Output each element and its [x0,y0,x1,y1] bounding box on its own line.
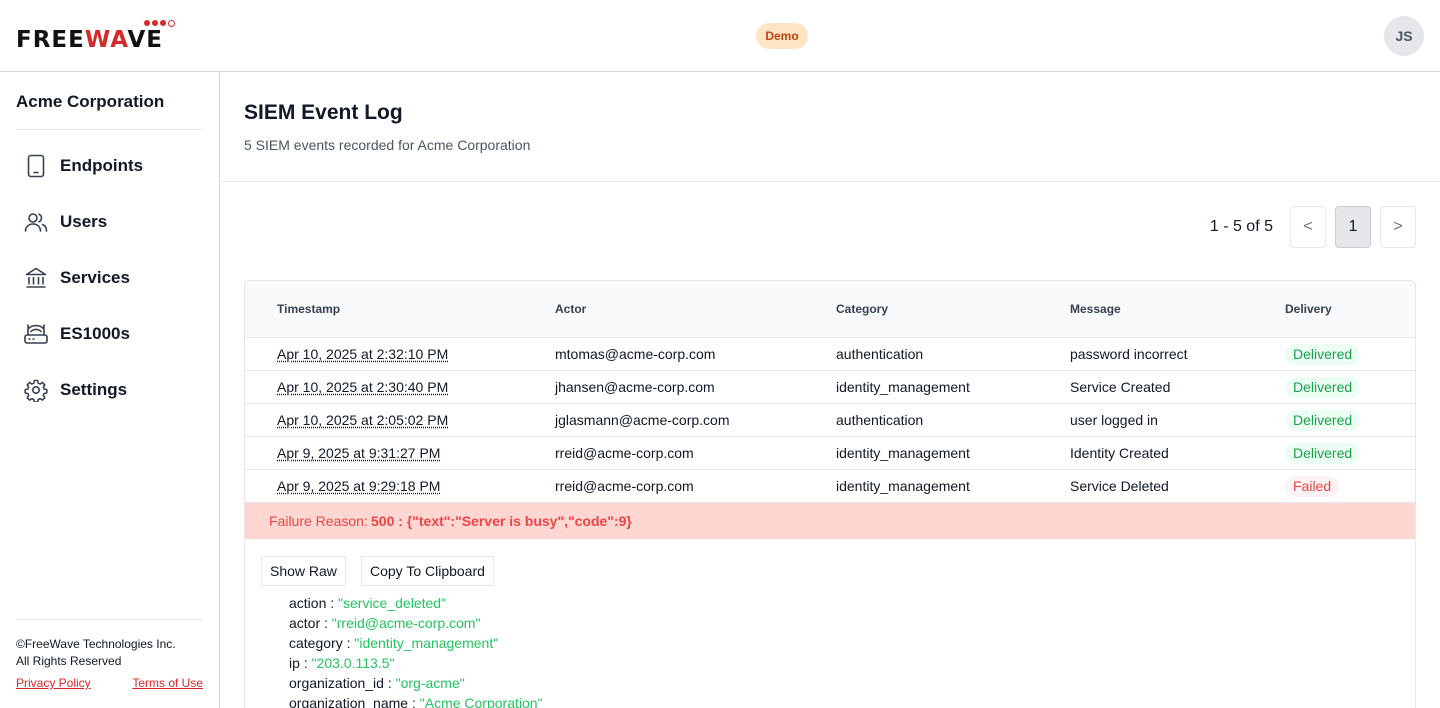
event-field: category : "identity_management" [289,635,499,651]
sidebar-item-label: Endpoints [60,156,144,175]
field-key: actor [289,615,321,631]
table-row-expanded[interactable]: Apr 9, 2025 at 9:29:18 PM rreid@acme-cor… [245,470,1415,503]
sidebar-item-users[interactable]: Users [22,204,107,240]
users-icon [22,208,50,236]
privacy-policy-link[interactable]: Privacy Policy [16,676,91,690]
footer-links: Privacy Policy Terms of Use [16,676,203,690]
event-field: organization_id : "org-acme" [289,675,465,691]
show-raw-button[interactable]: Show Raw [261,556,346,586]
main-content: SIEM Event Log 5 SIEM events recorded fo… [221,73,1440,708]
logo-dots-icon [144,20,175,27]
field-value: "Acme Corporation" [419,695,543,708]
field-value: "service_deleted" [338,595,447,611]
field-key: category [289,635,343,651]
environment-badge: Demo [756,23,808,49]
category-cell: identity_management [836,478,970,494]
delivery-status-badge: Delivered [1285,377,1361,398]
sidebar-item-services[interactable]: Services [22,260,130,296]
bank-icon [22,264,50,292]
event-field: action : "service_deleted" [289,595,447,611]
field-key: organization_id [289,675,384,691]
category-cell: authentication [836,412,924,428]
page-title: SIEM Event Log [244,101,403,124]
event-field: organization_name : "Acme Corporation" [289,695,543,708]
table-header: Timestamp Actor Category Message Deliver… [245,281,1415,338]
pagination-range: 1 - 5 of 5 [1209,218,1273,235]
category-cell: identity_management [836,379,970,395]
previous-page-button[interactable]: < [1290,206,1326,248]
timestamp-cell: Apr 9, 2025 at 9:29:18 PM [277,478,441,494]
actor-cell: jglasmann@acme-corp.com [555,412,730,428]
column-header-message[interactable]: Message [1070,302,1121,316]
copy-to-clipboard-button[interactable]: Copy To Clipboard [361,556,494,586]
failure-reason-banner: Failure Reason: 500 : {"text":"Server is… [245,503,1415,539]
event-field: actor : "rreid@acme-corp.com" [289,615,481,631]
timestamp-cell: Apr 10, 2025 at 2:32:10 PM [277,346,449,362]
sidebar-item-settings[interactable]: Settings [22,372,127,408]
field-value: "203.0.113.5" [311,655,395,671]
timestamp-cell: Apr 10, 2025 at 2:05:02 PM [277,412,449,428]
tablet-icon [22,152,50,180]
sidebar-item-label: Users [60,212,108,231]
message-cell: Service Created [1070,379,1171,395]
column-header-category[interactable]: Category [836,302,888,316]
router-icon [22,320,50,348]
event-field: ip : "203.0.113.5" [289,655,395,671]
actor-cell: jhansen@acme-corp.com [555,379,715,395]
category-cell: authentication [836,346,924,362]
sidebar-item-es1000s[interactable]: ES1000s [22,316,130,352]
terms-of-use-link[interactable]: Terms of Use [132,676,203,690]
field-key: action [289,595,327,611]
actor-cell: rreid@acme-corp.com [555,478,694,494]
column-header-delivery[interactable]: Delivery [1285,302,1332,316]
top-header: FREEWAVE Demo JS [0,0,1440,72]
sidebar-item-label: Services [60,268,130,287]
delivery-status-badge: Failed [1285,476,1340,497]
header-divider [221,181,1440,182]
failure-reason-value: 500 : {"text":"Server is busy","code":9} [371,513,632,529]
actor-cell: rreid@acme-corp.com [555,445,694,461]
page-subtitle: 5 SIEM events recorded for Acme Corporat… [244,137,531,153]
copyright-line: All Rights Reserved [16,654,122,668]
field-value: "identity_management" [354,635,499,651]
field-key: ip [289,655,300,671]
logo-wordmark: FREEWAVE [16,27,163,53]
message-cell: Service Deleted [1070,478,1169,494]
delivery-status-badge: Delivered [1285,410,1361,431]
sidebar-item-endpoints[interactable]: Endpoints [22,148,143,184]
field-key: organization_name [289,695,409,708]
pagination: 1 - 5 of 5 < 1 > [1210,206,1416,248]
user-avatar[interactable]: JS [1384,16,1424,56]
organization-name: Acme Corporation [16,92,165,111]
timestamp-cell: Apr 10, 2025 at 2:30:40 PM [277,379,449,395]
category-cell: identity_management [836,445,970,461]
event-log-table: Timestamp Actor Category Message Deliver… [244,280,1416,708]
message-cell: user logged in [1070,412,1158,428]
failure-reason-label: Failure Reason: [269,513,368,529]
field-value: "rreid@acme-corp.com" [331,615,481,631]
field-value: "org-acme" [395,675,465,691]
sidebar-divider [16,129,203,130]
table-row[interactable]: Apr 9, 2025 at 9:31:27 PM rreid@acme-cor… [245,437,1415,470]
actor-cell: mtomas@acme-corp.com [555,346,716,362]
message-cell: password incorrect [1070,346,1188,362]
delivery-status-badge: Delivered [1285,344,1361,365]
table-row[interactable]: Apr 10, 2025 at 2:32:10 PM mtomas@acme-c… [245,338,1415,371]
timestamp-cell: Apr 9, 2025 at 9:31:27 PM [277,445,441,461]
sidebar-footer-divider [16,619,203,620]
sidebar-item-label: Settings [60,380,128,399]
message-cell: Identity Created [1070,445,1169,461]
page-1-button[interactable]: 1 [1335,206,1371,248]
sidebar-item-label: ES1000s [60,324,130,343]
column-header-timestamp[interactable]: Timestamp [277,302,340,316]
sidebar: Acme Corporation Endpoints Users Service… [0,73,220,708]
table-row[interactable]: Apr 10, 2025 at 2:05:02 PM jglasmann@acm… [245,404,1415,437]
table-row[interactable]: Apr 10, 2025 at 2:30:40 PM jhansen@acme-… [245,371,1415,404]
copyright-line: ©FreeWave Technologies Inc. [16,637,176,651]
gear-icon [22,376,50,404]
copyright-text: ©FreeWave Technologies Inc. All Rights R… [16,636,176,670]
delivery-status-badge: Delivered [1285,443,1361,464]
column-header-actor[interactable]: Actor [555,302,586,316]
next-page-button[interactable]: > [1380,206,1416,248]
